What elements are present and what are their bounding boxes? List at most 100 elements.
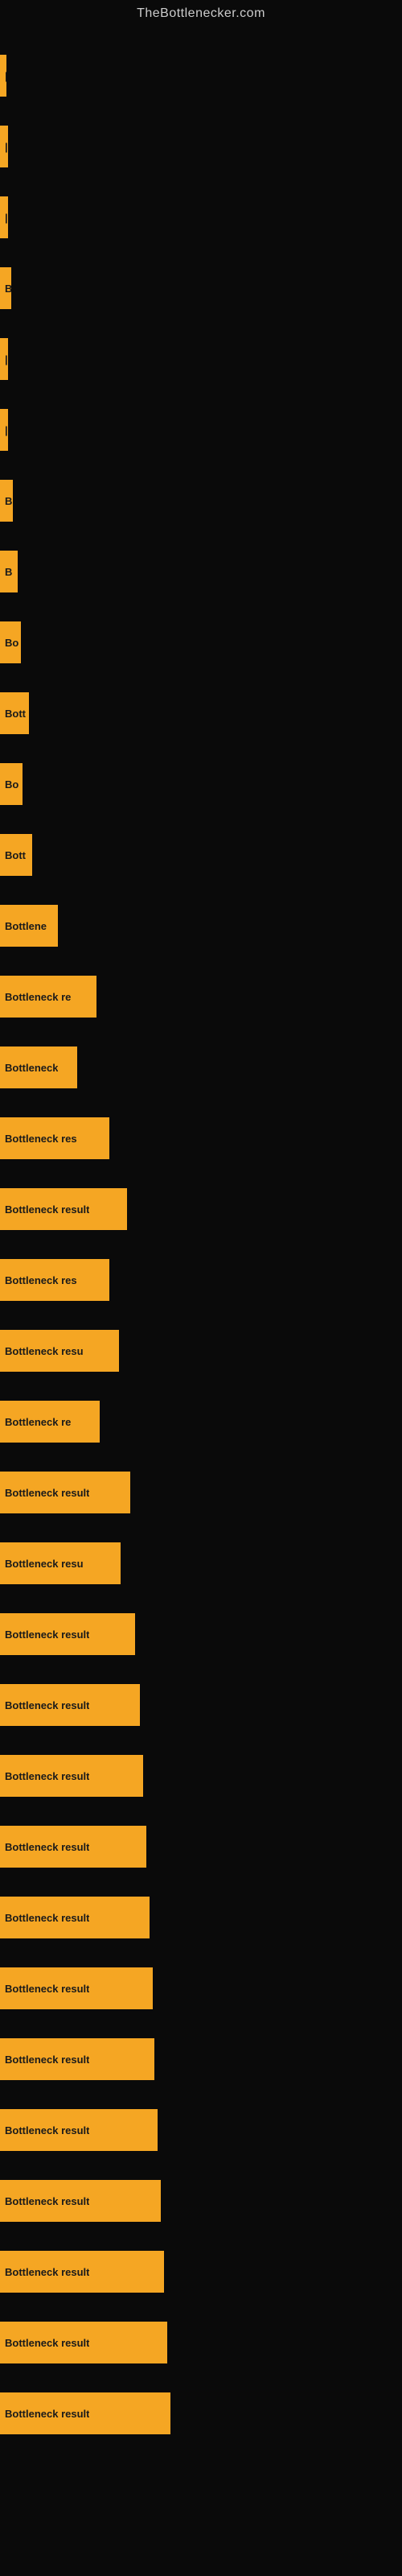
bottleneck-bar: Bo (0, 621, 21, 663)
bar-row: Bottleneck result (0, 1599, 402, 1670)
bar-label: Bottleneck resu (5, 1558, 84, 1570)
bottleneck-bar: Bottleneck result (0, 2251, 164, 2293)
bottleneck-bar: B (0, 551, 18, 592)
bottleneck-bar: B (0, 480, 13, 522)
bar-row: Bottleneck resu (0, 1528, 402, 1599)
bottleneck-bar: Bottleneck result (0, 2038, 154, 2080)
bar-row: Bottleneck (0, 1032, 402, 1103)
bottleneck-bar: Bottleneck result (0, 1967, 153, 2009)
bar-row: | (0, 394, 402, 465)
bottleneck-bar: Bottleneck result (0, 1472, 130, 1513)
bar-row: | (0, 40, 402, 111)
bottleneck-bar: Bott (0, 692, 29, 734)
bottleneck-bar: Bottlene (0, 905, 58, 947)
bar-row: | (0, 324, 402, 394)
bar-row: Bottleneck result (0, 1882, 402, 1953)
bar-label: Bo (5, 637, 18, 649)
bar-label: Bott (5, 849, 26, 861)
bar-label: Bottleneck result (5, 1983, 89, 1995)
bottleneck-bar: Bottleneck re (0, 1401, 100, 1443)
bar-label: Bo (5, 778, 18, 791)
bottleneck-bar: Bottleneck resu (0, 1542, 121, 1584)
bottleneck-bar: Bottleneck result (0, 1826, 146, 1868)
bar-row: Bottleneck result (0, 1670, 402, 1740)
bar-label: Bottleneck result (5, 1203, 89, 1216)
bar-label: Bottleneck result (5, 1841, 89, 1853)
bar-row: B (0, 465, 402, 536)
bottleneck-bar: Bottleneck result (0, 1684, 140, 1726)
bar-row: B (0, 536, 402, 607)
bar-row: Bottleneck result (0, 2307, 402, 2378)
bar-row: Bottleneck result (0, 2165, 402, 2236)
bar-row: Bottleneck re (0, 1386, 402, 1457)
bar-label: Bott (5, 708, 26, 720)
bar-label: Bottleneck result (5, 2408, 89, 2420)
bar-label: Bottleneck result (5, 2124, 89, 2136)
bar-row: | (0, 182, 402, 253)
bar-label: | (5, 212, 8, 224)
bottleneck-bar: | (0, 55, 6, 97)
bar-row: Bottleneck result (0, 1953, 402, 2024)
bottleneck-bar: Bottleneck res (0, 1259, 109, 1301)
bar-row: Bottlene (0, 890, 402, 961)
bottleneck-bar: Bottleneck result (0, 2392, 170, 2434)
bar-label: Bottleneck result (5, 2266, 89, 2278)
site-title: TheBottlenecker.com (0, 0, 402, 24)
bar-row: Bottleneck resu (0, 1315, 402, 1386)
bar-label: Bottleneck result (5, 1770, 89, 1782)
bar-row: | (0, 111, 402, 182)
bar-label: B (5, 495, 12, 507)
bar-row: Bottleneck result (0, 1457, 402, 1528)
bottleneck-bar: Bottleneck res (0, 1117, 109, 1159)
bottleneck-bar: Bottleneck result (0, 1613, 135, 1655)
bottleneck-bar: Bottleneck resu (0, 1330, 119, 1372)
bottleneck-bar: Bo (0, 763, 23, 805)
bar-row: Bottleneck result (0, 1811, 402, 1882)
bar-label: Bottlene (5, 920, 47, 932)
bar-row: Bottleneck result (0, 1174, 402, 1245)
bottleneck-bar: | (0, 196, 8, 238)
bottleneck-bar: Bottleneck result (0, 2180, 161, 2222)
bar-label: Bottleneck result (5, 1629, 89, 1641)
bar-label: | (5, 353, 8, 365)
bar-row: Bottleneck res (0, 1245, 402, 1315)
bottleneck-bar: | (0, 126, 8, 167)
bar-label: | (5, 141, 8, 153)
bottleneck-bar: Bottleneck result (0, 1755, 143, 1797)
bar-label: Bottleneck (5, 1062, 58, 1074)
bar-label: Bottleneck result (5, 1912, 89, 1924)
bar-row: Bott (0, 678, 402, 749)
bar-label: Bottleneck result (5, 1487, 89, 1499)
bottleneck-bar: Bottleneck result (0, 2109, 158, 2151)
bar-label: Bottleneck res (5, 1274, 77, 1286)
bar-row: Bo (0, 749, 402, 819)
bar-label: Bottleneck resu (5, 1345, 84, 1357)
bar-label: Bottleneck result (5, 2054, 89, 2066)
bar-label: Bottleneck res (5, 1133, 77, 1145)
bar-row: Bo (0, 607, 402, 678)
bar-row: Bottleneck result (0, 2024, 402, 2095)
bar-label: | (5, 424, 8, 436)
bar-label: B (5, 283, 11, 295)
bottleneck-bar: Bottleneck result (0, 2322, 167, 2363)
bottleneck-bar: Bottleneck result (0, 1188, 127, 1230)
bottleneck-bar: | (0, 409, 8, 451)
bar-row: Bott (0, 819, 402, 890)
bar-label: | (5, 70, 6, 82)
bottleneck-bar: Bottleneck (0, 1046, 77, 1088)
bar-row: B (0, 253, 402, 324)
bar-label: B (5, 566, 12, 578)
bar-row: Bottleneck result (0, 1740, 402, 1811)
bar-row: Bottleneck res (0, 1103, 402, 1174)
bottleneck-bar: | (0, 338, 8, 380)
bar-label: Bottleneck result (5, 2195, 89, 2207)
bars-container: | | | B | | B B Bo Bott Bo Bott Bottlene Bottleneck r… (0, 24, 402, 2449)
bottleneck-bar: Bott (0, 834, 32, 876)
bottleneck-bar: Bottleneck re (0, 976, 96, 1018)
bar-label: Bottleneck result (5, 2337, 89, 2349)
bottleneck-bar: Bottleneck result (0, 1897, 150, 1938)
bar-row: Bottleneck result (0, 2378, 402, 2449)
bar-row: Bottleneck result (0, 2236, 402, 2307)
bar-row: Bottleneck result (0, 2095, 402, 2165)
bar-row: Bottleneck re (0, 961, 402, 1032)
